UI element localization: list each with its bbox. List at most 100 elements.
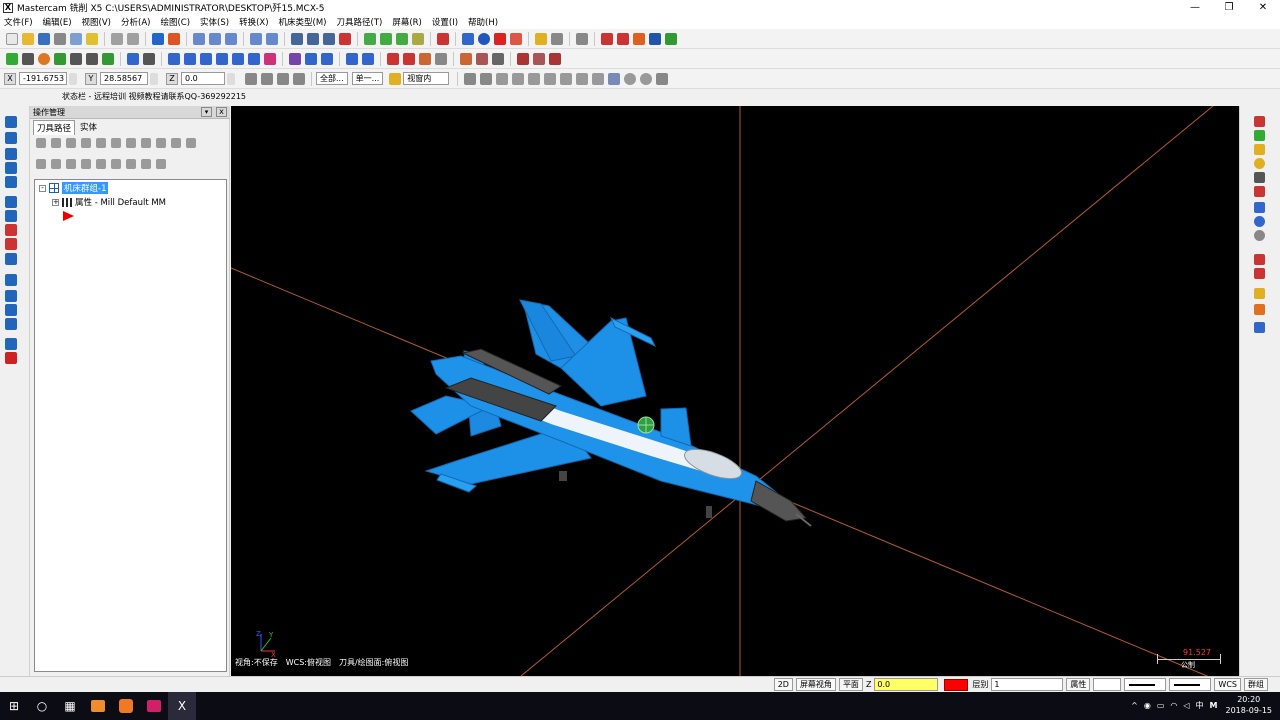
x-coord-input[interactable]: -191.6753 — [19, 72, 67, 85]
sel-edge-icon[interactable] — [544, 72, 557, 85]
level-input[interactable]: 1 — [991, 678, 1064, 691]
verify-icon[interactable] — [649, 32, 661, 45]
dimension-icon[interactable] — [1254, 322, 1265, 333]
line-style-select[interactable] — [1124, 678, 1167, 691]
sel-line-icon[interactable] — [464, 72, 477, 85]
single-display-icon[interactable] — [141, 159, 151, 169]
clock[interactable]: 20:20 2018-09-15 — [1226, 694, 1273, 716]
point-icon[interactable] — [6, 52, 18, 65]
xform-array-icon[interactable] — [248, 52, 260, 65]
restore-button[interactable]: ❐ — [1212, 0, 1246, 15]
sel-arrow-icon[interactable] — [480, 72, 493, 85]
right-view-icon[interactable] — [323, 32, 335, 45]
plus-icon[interactable] — [1254, 130, 1265, 141]
split-icon[interactable] — [476, 52, 488, 65]
stock-icon[interactable] — [387, 52, 399, 65]
ops-help-icon[interactable] — [186, 138, 196, 148]
sel-vertex-icon[interactable] — [592, 72, 605, 85]
select-config-icon[interactable] — [277, 72, 289, 85]
menu-toolpaths[interactable]: 刀具路径(T) — [337, 16, 383, 28]
g1-post-icon[interactable] — [141, 138, 151, 148]
xform-rotate-icon[interactable] — [184, 52, 196, 65]
pin-button[interactable]: ▾ — [201, 107, 212, 117]
pocket-icon[interactable] — [321, 52, 333, 65]
tray-arrow-icon[interactable]: ^ — [1131, 701, 1138, 710]
holder-icon[interactable] — [533, 52, 545, 65]
curve-icon[interactable] — [5, 148, 17, 160]
gview-icon[interactable] — [462, 32, 474, 45]
panel-close-button[interactable]: x — [216, 107, 227, 117]
backplot-ops-icon[interactable] — [96, 138, 106, 148]
extrude-icon[interactable] — [102, 52, 114, 65]
move-up-icon[interactable] — [96, 159, 106, 169]
solid-features-icon[interactable] — [5, 352, 17, 364]
network-icon[interactable]: ◉ — [1144, 701, 1151, 710]
toggle-display-icon[interactable] — [51, 159, 61, 169]
contour-icon[interactable] — [305, 52, 317, 65]
fillet-icon[interactable] — [70, 52, 82, 65]
open-file-icon[interactable] — [22, 32, 34, 45]
highfeed-icon[interactable] — [171, 138, 181, 148]
sel-body-icon[interactable] — [512, 72, 525, 85]
pencil-icon[interactable] — [535, 32, 547, 45]
tool-icon[interactable] — [517, 52, 529, 65]
app-pink-icon[interactable] — [140, 692, 168, 720]
print-preview-icon[interactable] — [70, 32, 82, 45]
select-all-ops-icon[interactable] — [36, 138, 46, 148]
scroll-icon[interactable] — [126, 159, 136, 169]
solid-icon[interactable] — [494, 32, 506, 45]
point-style-select[interactable] — [1093, 678, 1122, 691]
hidden-line-icon[interactable] — [380, 32, 392, 45]
print-icon[interactable] — [54, 32, 66, 45]
trim-icon[interactable] — [127, 52, 139, 65]
line-width-select[interactable] — [1169, 678, 1212, 691]
shell-icon[interactable] — [5, 238, 17, 250]
xform-scale-icon[interactable] — [216, 52, 228, 65]
regenerate-dirty-icon[interactable] — [81, 138, 91, 148]
solid-edit-icon[interactable] — [510, 32, 522, 45]
redo-icon[interactable] — [127, 32, 139, 45]
sel-solid-icon[interactable] — [640, 72, 653, 85]
menu-settings[interactable]: 设置(I) — [432, 16, 458, 28]
pan-icon[interactable] — [152, 32, 164, 45]
plane-manager-icon[interactable] — [5, 318, 17, 330]
globe-icon[interactable] — [1254, 216, 1265, 227]
close-button[interactable]: ✕ — [1246, 0, 1280, 15]
surface-rough-icon[interactable] — [5, 116, 17, 128]
minimize-button[interactable]: — — [1178, 0, 1212, 15]
zoom-window-icon[interactable] — [209, 32, 221, 45]
boolean-icon[interactable] — [5, 253, 17, 265]
box-icon[interactable] — [5, 196, 17, 208]
sel-feature-icon[interactable] — [576, 72, 589, 85]
ime-indicator[interactable]: 中 — [1196, 700, 1204, 711]
save-icon[interactable] — [38, 32, 50, 45]
zoom-in-icon[interactable] — [266, 32, 278, 45]
menu-create[interactable]: 绘图(C) — [160, 16, 190, 28]
mode-2d-button[interactable]: 2D — [773, 678, 793, 691]
front-view-icon[interactable] — [307, 32, 319, 45]
regenerate-icon[interactable] — [66, 138, 76, 148]
pencil-sketch-icon[interactable] — [1254, 144, 1265, 155]
x-dropdown-icon[interactable] — [69, 72, 77, 85]
sphere-icon[interactable] — [478, 32, 490, 45]
sel-help-icon[interactable] — [656, 72, 669, 85]
undo-icon[interactable] — [111, 32, 123, 45]
select-all-button[interactable]: 全部... — [316, 72, 348, 85]
arrow-down-icon[interactable] — [5, 162, 17, 174]
zoom-out-icon[interactable] — [250, 32, 262, 45]
properties-node[interactable]: + 属性 - Mill Default MM — [52, 196, 166, 208]
solid-extrude-icon[interactable] — [1254, 116, 1265, 127]
sel-loop-icon[interactable] — [560, 72, 573, 85]
groups-button[interactable]: 群组 — [1244, 678, 1268, 691]
break-icon[interactable] — [143, 52, 155, 65]
verify-ops-icon[interactable] — [111, 138, 121, 148]
table-icon[interactable] — [492, 52, 504, 65]
menu-machine-type[interactable]: 机床类型(M) — [279, 16, 327, 28]
backplot-icon[interactable] — [633, 32, 645, 45]
xform-wrap-icon[interactable] — [264, 52, 276, 65]
app-orange-icon[interactable] — [84, 692, 112, 720]
insert-arrow-icon[interactable] — [111, 159, 121, 169]
ruler-icon[interactable] — [576, 32, 588, 45]
battery-icon[interactable]: ▭ — [1157, 701, 1165, 710]
expand-toggle[interactable]: + — [52, 198, 59, 206]
